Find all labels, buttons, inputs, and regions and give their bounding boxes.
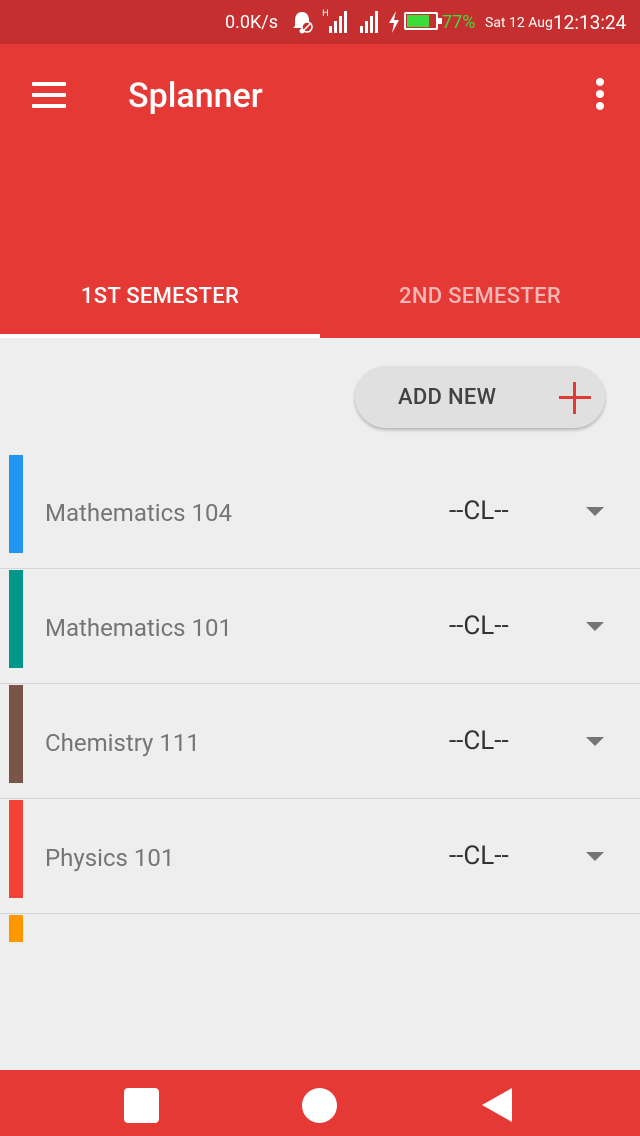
dropdown-caret-icon[interactable]	[586, 507, 604, 516]
app-bar: Splanner	[0, 44, 640, 144]
svg-text:H: H	[322, 9, 329, 19]
network-speed: 0.0K/s	[225, 12, 278, 33]
course-color-bar-partial	[9, 915, 23, 942]
status-time: 12:13:24	[553, 11, 627, 34]
list-item-course[interactable]: Chemistry 111 --CL--	[0, 685, 640, 799]
add-new-label: ADD NEW	[398, 385, 497, 410]
status-bar: 0.0K/s H 77% Sat 12 Aug 12:13:24	[0, 0, 640, 44]
app-title: Splanner	[128, 76, 263, 116]
course-color-bar	[9, 685, 23, 783]
home-icon[interactable]	[302, 1088, 337, 1123]
dropdown-caret-icon[interactable]	[586, 852, 604, 861]
status-date: Sat 12 Aug	[485, 15, 553, 31]
tab-1st-semester[interactable]: 1ST SEMESTER	[0, 284, 320, 309]
course-grade[interactable]: --CL--	[449, 726, 509, 756]
course-name: Mathematics 101	[45, 614, 232, 642]
course-color-bar	[9, 455, 23, 553]
tab-indicator	[0, 334, 320, 338]
system-nav-bar	[0, 1070, 640, 1136]
battery-icon	[404, 12, 442, 30]
back-icon[interactable]	[482, 1088, 512, 1122]
course-grade[interactable]: --CL--	[449, 841, 509, 871]
course-grade[interactable]: --CL--	[449, 611, 509, 641]
course-name: Mathematics 104	[45, 499, 232, 527]
battery-percent: 77%	[442, 12, 476, 33]
battery-level	[407, 15, 429, 27]
charging-icon	[389, 11, 399, 33]
recent-apps-icon[interactable]	[124, 1088, 159, 1123]
tab-header: 1ST SEMESTER 2ND SEMESTER	[0, 144, 640, 338]
dropdown-caret-icon[interactable]	[586, 622, 604, 631]
course-name: Chemistry 111	[45, 729, 200, 757]
plus-icon	[559, 382, 591, 414]
course-color-bar	[9, 800, 23, 898]
signal-icon	[360, 11, 378, 33]
course-color-bar	[9, 570, 23, 668]
list-item-course[interactable]: Mathematics 104 --CL--	[0, 455, 640, 569]
h-signal-icon: H	[322, 9, 347, 33]
list-item-course[interactable]: Physics 101 --CL--	[0, 800, 640, 914]
add-new-button[interactable]: ADD NEW	[355, 366, 605, 428]
course-grade[interactable]: --CL--	[449, 496, 509, 526]
muted-bell-icon	[293, 12, 313, 34]
list-item-course[interactable]: Mathematics 101 --CL--	[0, 570, 640, 684]
hamburger-menu-icon[interactable]	[32, 82, 66, 108]
more-vert-icon[interactable]	[590, 78, 610, 110]
dropdown-caret-icon[interactable]	[586, 737, 604, 746]
course-name: Physics 101	[45, 844, 175, 872]
tab-2nd-semester[interactable]: 2ND SEMESTER	[320, 284, 640, 309]
